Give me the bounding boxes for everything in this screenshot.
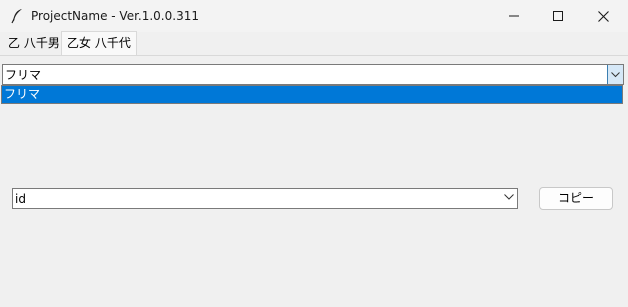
category-combobox-value: フリマ	[5, 68, 42, 82]
title-bar[interactable]: ProjectName - Ver.1.0.0.311	[0, 0, 628, 32]
dropdown-option-furima[interactable]: フリマ	[2, 86, 622, 103]
window-title: ProjectName - Ver.1.0.0.311	[31, 9, 199, 23]
maximize-icon	[553, 11, 563, 21]
category-dropdown-list: フリマ	[1, 85, 623, 104]
feather-icon	[10, 8, 24, 24]
minimize-icon	[509, 15, 519, 17]
tab-otsu-yachio[interactable]: 乙 八千男	[4, 33, 64, 53]
field-combobox[interactable]: id	[12, 188, 518, 209]
close-icon	[597, 10, 609, 22]
minimize-button[interactable]	[491, 0, 537, 32]
maximize-button[interactable]	[535, 0, 581, 32]
tab-strip: 乙 八千男 乙女 八千代	[0, 31, 628, 56]
copy-button[interactable]: コピー	[539, 187, 613, 210]
field-combobox-value: id	[15, 192, 26, 206]
chevron-down-icon	[611, 71, 620, 77]
category-dropdown-button[interactable]	[607, 65, 623, 84]
tab-otome-yachiyo[interactable]: 乙女 八千代	[61, 31, 137, 55]
chevron-down-icon	[504, 194, 514, 200]
category-combobox[interactable]: フリマ	[2, 64, 624, 85]
close-button[interactable]	[580, 0, 626, 32]
